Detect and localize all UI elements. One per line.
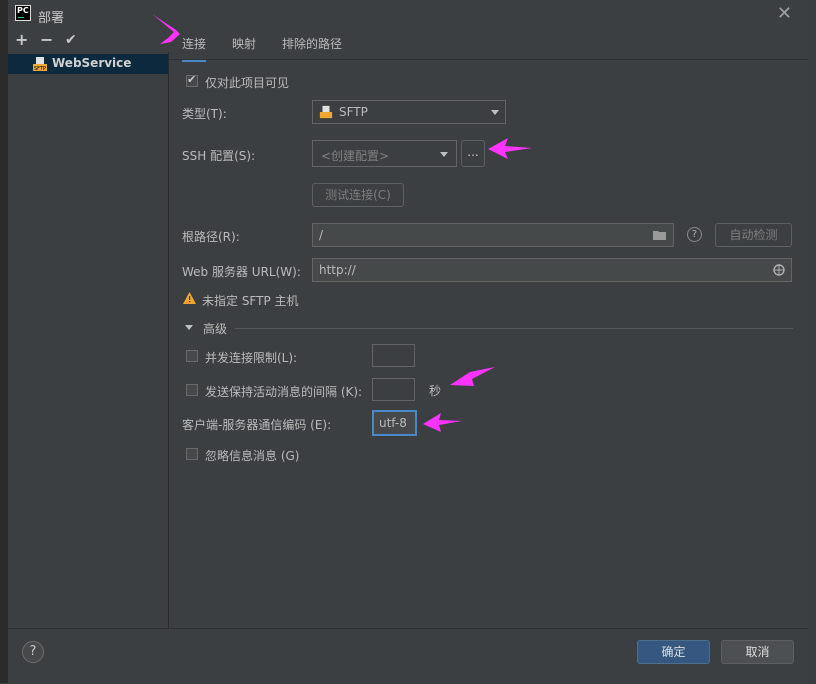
window-title: 部署: [38, 11, 65, 26]
tab-divider: [169, 59, 808, 60]
root-path-input[interactable]: /: [312, 223, 674, 247]
window-edge-left: [0, 0, 8, 683]
ignore-info-label: 忽略信息消息 (G): [205, 449, 300, 463]
visible-only-label: 仅对此项目可见: [205, 76, 290, 90]
ssh-config-more-button[interactable]: ...: [461, 140, 485, 167]
encoding-input[interactable]: utf-8: [372, 410, 417, 436]
web-server-url-label: Web 服务器 URL(W):: [182, 265, 301, 279]
ssh-config-label: SSH 配置(S):: [182, 149, 256, 163]
svg-text:SFTP: SFTP: [34, 66, 46, 71]
sidebar-item-label: WebService: [52, 56, 132, 70]
collapse-triangle-icon[interactable]: [185, 325, 193, 330]
web-server-url-input[interactable]: http://: [312, 258, 792, 282]
web-server-url-value: http://: [319, 263, 356, 277]
settings-panel: 连接 映射 排除的路径 仅对此项目可见 类型(T): SFTP SSH 配置(S…: [169, 30, 808, 628]
tab-connection[interactable]: 连接: [182, 35, 207, 62]
tab-excluded-paths[interactable]: 排除的路径: [282, 35, 342, 59]
cancel-button[interactable]: 取消: [721, 640, 794, 664]
concurrent-limit-label: 并发连接限制(L):: [205, 351, 298, 365]
pycharm-app-icon: PC: [15, 5, 31, 21]
ssh-config-select[interactable]: <创建配置>: [312, 140, 457, 167]
advanced-section-label: 高级: [203, 322, 228, 336]
ssh-config-placeholder: <创建配置>: [321, 149, 390, 163]
folder-icon[interactable]: [653, 230, 667, 241]
visible-only-checkbox[interactable]: [186, 73, 198, 87]
warning-text: 未指定 SFTP 主机: [202, 294, 299, 308]
sftp-server-icon: SFTP: [33, 57, 47, 71]
test-connection-button[interactable]: 测试连接(C): [312, 183, 404, 207]
ok-button[interactable]: 确定: [637, 640, 710, 664]
dialog-footer: ? 确定 取消: [8, 628, 808, 684]
add-server-button[interactable]: +: [15, 30, 28, 50]
globe-icon[interactable]: [773, 264, 785, 276]
warning-icon: [183, 292, 196, 304]
close-icon[interactable]: ✕: [777, 4, 792, 24]
root-path-value: /: [319, 228, 324, 242]
autodetect-button[interactable]: 自动检测: [715, 223, 792, 247]
sftp-icon: [319, 105, 333, 119]
set-default-button[interactable]: ✔: [65, 30, 77, 50]
help-icon[interactable]: ?: [687, 227, 702, 242]
root-path-label: 根路径(R):: [182, 230, 240, 244]
keepalive-unit: 秒: [429, 384, 442, 398]
keepalive-label: 发送保持活动消息的间隔 (K):: [205, 385, 363, 399]
help-button[interactable]: ?: [22, 641, 44, 663]
chevron-down-icon: [491, 110, 499, 115]
type-select[interactable]: SFTP: [312, 100, 506, 124]
sidebar-item-webservice[interactable]: SFTP WebService: [8, 54, 168, 74]
title-bar: PC 部署 ✕: [8, 0, 808, 30]
tab-mappings[interactable]: 映射: [232, 35, 256, 59]
ignore-info-checkbox[interactable]: [186, 448, 198, 460]
chevron-down-icon: [440, 152, 448, 157]
concurrent-limit-input[interactable]: [372, 344, 415, 367]
keepalive-input[interactable]: [372, 378, 415, 401]
server-list: SFTP WebService: [8, 52, 169, 628]
type-value: SFTP: [339, 105, 368, 119]
section-divider: [235, 328, 793, 329]
deployment-toolbar: + − ✔: [8, 30, 168, 52]
encoding-label: 客户端-服务器通信编码 (E):: [182, 418, 332, 432]
keepalive-checkbox[interactable]: [186, 384, 198, 396]
type-label: 类型(T):: [182, 107, 227, 121]
concurrent-limit-checkbox[interactable]: [186, 350, 198, 362]
window-edge-right: [808, 0, 816, 683]
remove-server-button[interactable]: −: [40, 30, 53, 50]
